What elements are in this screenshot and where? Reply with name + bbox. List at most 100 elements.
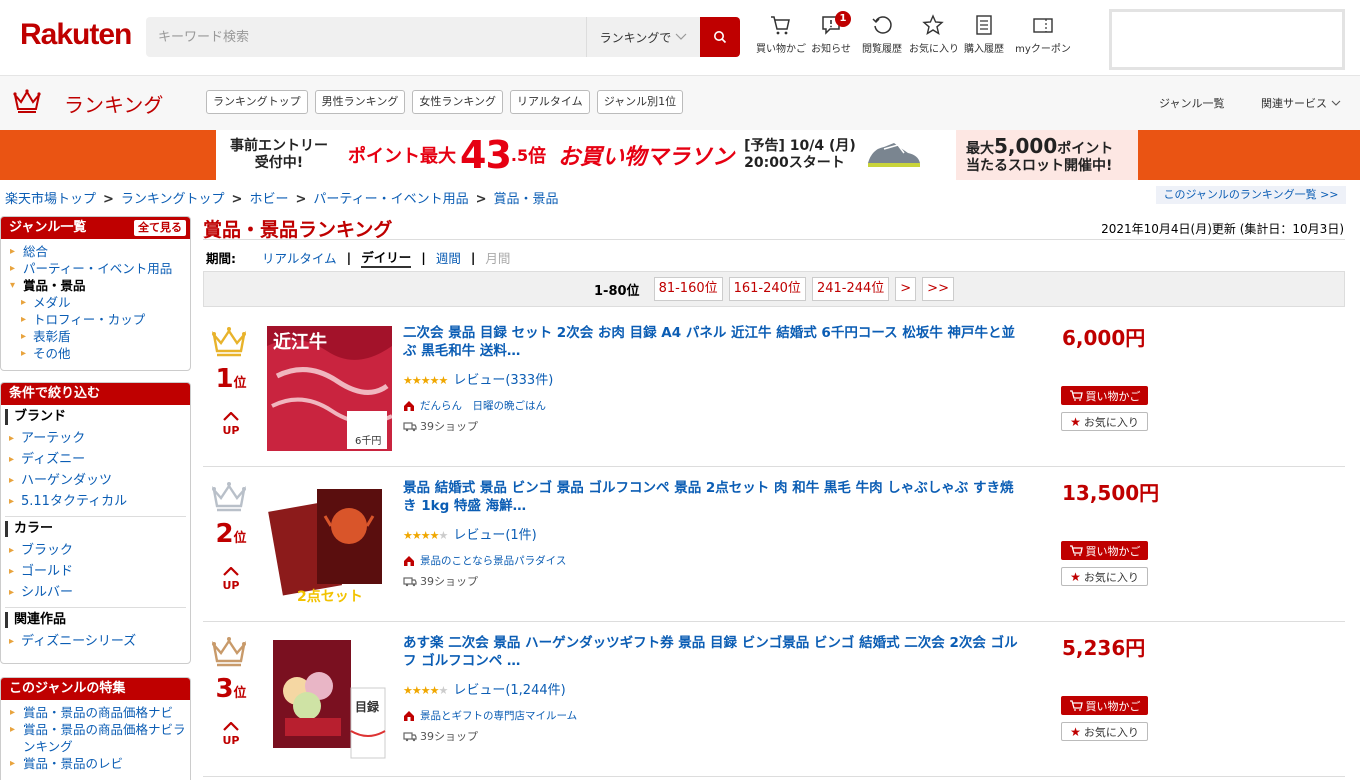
- sidebar-item-trophy[interactable]: トロフィー・カップ: [1, 311, 190, 328]
- add-to-favorites-button[interactable]: ★ お気に入り: [1061, 722, 1148, 741]
- header-favorites[interactable]: お気に入り: [909, 14, 959, 55]
- pagination-last[interactable]: >>: [922, 277, 954, 301]
- filter-item[interactable]: ディズニーシリーズ: [5, 631, 186, 652]
- shop-link[interactable]: だんらん 日曜の晩ごはん: [403, 398, 546, 413]
- notice-badge: 1: [835, 11, 851, 27]
- pagination-link[interactable]: 81-160位: [653, 277, 723, 301]
- pagination-link[interactable]: 241-244位: [811, 277, 890, 301]
- ranking-nav: ランキング ランキングトップ 男性ランキング 女性ランキング リアルタイム ジャ…: [0, 76, 1360, 130]
- cart-icon: [1069, 545, 1083, 556]
- filter-item[interactable]: アーテック: [5, 428, 186, 449]
- genre-list-link[interactable]: ジャンル一覧: [1159, 95, 1224, 111]
- running-shoe-icon: [867, 143, 920, 167]
- header-purchase-history[interactable]: 購入履歴: [960, 14, 1008, 55]
- product-title[interactable]: 景品 結婚式 景品 ビンゴ 景品 ゴルフコンペ 景品 2点セット 肉 和牛 黒毛…: [403, 479, 1023, 515]
- related-services-menu[interactable]: 関連サービス: [1261, 95, 1341, 111]
- tab-ranking-top[interactable]: ランキングトップ: [206, 90, 308, 114]
- star-rating-icon: ★★★★★: [403, 529, 448, 542]
- period-weekly[interactable]: 週間: [436, 248, 461, 267]
- page-title: 賞品・景品ランキング: [203, 219, 393, 241]
- search-scope-label: ランキングで: [599, 30, 672, 45]
- history-icon: [872, 16, 892, 34]
- feature-item[interactable]: 賞品・景品のレビ: [1, 755, 190, 772]
- breadcrumb-item[interactable]: ホビー: [249, 192, 288, 207]
- filter-group-related-works: 関連作品 ディズニーシリーズ: [5, 612, 186, 656]
- header-icon-bar: 買い物かご 1 お知らせ 閲覧履歴 お気に入り 購入履歴 myクーポン: [756, 11, 1078, 55]
- filter-item[interactable]: ディズニー: [5, 449, 186, 470]
- feature-item[interactable]: 賞品・景品の商品価格ナビ: [1, 704, 190, 721]
- breadcrumb-item[interactable]: 賞品・景品: [494, 192, 559, 207]
- header-favorites-label: お気に入り: [909, 44, 959, 55]
- header-history[interactable]: 閲覧履歴: [858, 14, 906, 55]
- crown-icon: [211, 478, 247, 518]
- ranking-title[interactable]: ランキング: [64, 89, 163, 118]
- header-notice[interactable]: 1 お知らせ: [807, 11, 855, 55]
- sidebar-item-party[interactable]: パーティー・イベント用品: [1, 260, 190, 277]
- product-image[interactable]: 近江牛 6千円: [267, 326, 393, 451]
- review-link[interactable]: レビュー(1件): [453, 528, 536, 543]
- search-button[interactable]: [700, 17, 740, 57]
- product-image[interactable]: 2点セット: [267, 481, 392, 606]
- search-scope-select[interactable]: ランキングで: [586, 17, 700, 57]
- filter-item[interactable]: ハーゲンダッツ: [5, 470, 186, 491]
- tab-men-ranking[interactable]: 男性ランキング: [314, 90, 406, 114]
- ranking-tabs: ランキングトップ 男性ランキング 女性ランキング リアルタイム ジャンル別1位: [206, 90, 684, 114]
- sidebar-item-plaque[interactable]: 表彰盾: [1, 328, 190, 345]
- breadcrumb-item[interactable]: パーティー・イベント用品: [313, 192, 468, 207]
- shop-link[interactable]: 景品のことなら景品パラダイス: [403, 553, 566, 568]
- feature-item[interactable]: 賞品・景品の商品価格ナビランキング: [1, 721, 190, 755]
- arrow-up-icon: [223, 566, 239, 576]
- cart-icon: [1069, 700, 1083, 711]
- period-realtime[interactable]: リアルタイム: [262, 248, 337, 267]
- tab-genre-first[interactable]: ジャンル別1位: [596, 90, 684, 114]
- filter-item[interactable]: ゴールド: [5, 561, 186, 582]
- global-header: Rakuten ランキングで 買い物かご 1 お知らせ 閲覧履歴 お気に入り: [0, 0, 1360, 76]
- add-to-cart-button[interactable]: 買い物かご: [1061, 696, 1148, 715]
- tab-women-ranking[interactable]: 女性ランキング: [412, 90, 504, 114]
- breadcrumb-item[interactable]: ランキングトップ: [121, 192, 225, 207]
- filter-item[interactable]: シルバー: [5, 582, 186, 603]
- fav-label: お気に入り: [1083, 415, 1139, 429]
- sidebar-item-medal[interactable]: メダル: [1, 294, 190, 311]
- product-price: 13,500円: [1062, 481, 1160, 505]
- product-image[interactable]: 目録: [267, 636, 392, 761]
- cart-label: 買い物かご: [1085, 389, 1141, 403]
- review-link[interactable]: レビュー(1,244件): [453, 683, 565, 698]
- search-input[interactable]: [146, 17, 586, 57]
- banner-slot-line1: 最大5,000ポイント: [966, 133, 1114, 158]
- filter-item[interactable]: 5.11タクティカル: [5, 491, 186, 512]
- see-all-button[interactable]: 全て見る: [134, 220, 186, 236]
- period-daily[interactable]: デイリー: [361, 247, 412, 268]
- period-selector: 期間: リアルタイム | デイリー | 週間 | 月間: [206, 247, 510, 268]
- sidebar-item-other[interactable]: その他: [1, 345, 190, 362]
- add-to-favorites-button[interactable]: ★ お気に入り: [1061, 567, 1148, 586]
- genre-ranking-list-link[interactable]: このジャンルのランキング一覧 >>: [1156, 186, 1346, 204]
- add-to-cart-button[interactable]: 買い物かご: [1061, 541, 1148, 560]
- add-to-favorites-button[interactable]: ★ お気に入り: [1061, 412, 1148, 431]
- sidebar-genre-title-text: ジャンル一覧: [9, 220, 87, 235]
- shop-link[interactable]: 景品とギフトの専門店マイルーム: [403, 708, 577, 723]
- cart-label: 買い物かご: [1085, 544, 1141, 558]
- add-to-cart-button[interactable]: 買い物かご: [1061, 386, 1148, 405]
- product-title[interactable]: 二次会 景品 目録 セット 2次会 お肉 目録 A4 パネル 近江牛 結婚式 6…: [403, 324, 1023, 360]
- review-link[interactable]: レビュー(333件): [453, 373, 553, 388]
- tab-realtime[interactable]: リアルタイム: [510, 90, 590, 114]
- fav-label: お気に入り: [1083, 725, 1139, 739]
- sidebar-item-prizes[interactable]: 賞品・景品: [1, 277, 190, 294]
- sidebar-item-all[interactable]: 総合: [1, 243, 190, 260]
- pagination-next[interactable]: >: [895, 277, 917, 301]
- crown-icon: [211, 323, 247, 363]
- header-cart[interactable]: 買い物かご: [756, 14, 806, 55]
- product-rating: ★★★★★ レビュー(333件): [403, 369, 553, 388]
- pagination-link[interactable]: 161-240位: [728, 277, 806, 301]
- header-purchase-history-label: 購入履歴: [964, 44, 1004, 55]
- campaign-banner[interactable]: 事前エントリー 受付中! ポイント最大 43 .5 倍 お買い物マラソン [予告…: [0, 130, 1360, 180]
- star-icon: ★: [1070, 569, 1081, 584]
- rakuten-logo[interactable]: Rakuten: [20, 18, 132, 52]
- arrow-up-icon: [223, 721, 239, 731]
- filter-item[interactable]: ブラック: [5, 540, 186, 561]
- star-icon: ★: [1070, 724, 1081, 739]
- header-coupon[interactable]: myクーポン: [1011, 14, 1075, 55]
- product-title[interactable]: あす楽 二次会 景品 ハーゲンダッツギフト券 景品 目録 ビンゴ景品 ビンゴ 結…: [403, 634, 1023, 670]
- breadcrumb-item[interactable]: 楽天市場トップ: [5, 192, 96, 207]
